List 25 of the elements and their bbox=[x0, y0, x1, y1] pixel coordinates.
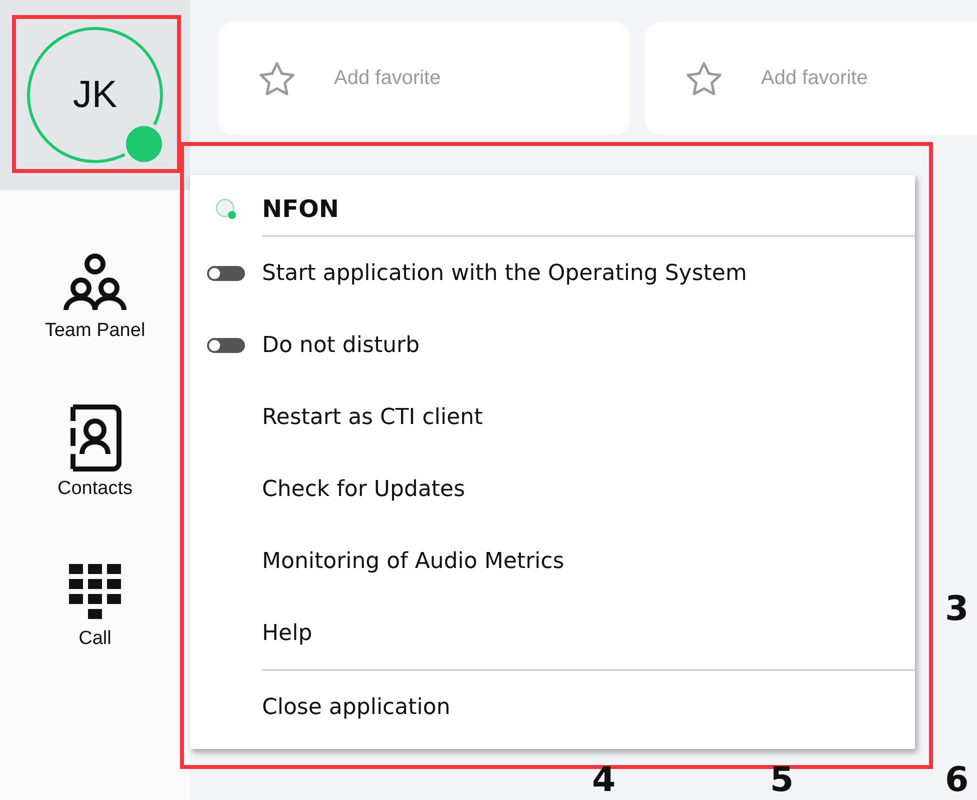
status-ring-icon bbox=[215, 198, 237, 220]
nav-item[interactable]: Contacts bbox=[58, 404, 132, 500]
toggle-switch[interactable] bbox=[207, 266, 245, 280]
callout-number: 6 bbox=[945, 763, 969, 797]
menu-item[interactable]: Monitoring of Audio Metrics bbox=[190, 525, 915, 597]
menu-item[interactable]: Start application with the Operating System bbox=[190, 237, 915, 309]
nav-item[interactable]: Call bbox=[67, 562, 123, 650]
menu-item[interactable]: Do not disturb bbox=[190, 309, 915, 381]
toggle-switch[interactable] bbox=[207, 338, 245, 352]
avatar[interactable]: JK bbox=[27, 27, 163, 163]
callout-number: 5 bbox=[770, 763, 794, 797]
add-favorite-label: Add favorite bbox=[761, 67, 868, 90]
callout-number: 3 bbox=[945, 592, 969, 626]
menu-item[interactable]: Close application bbox=[190, 671, 915, 743]
avatar-initials: JK bbox=[72, 74, 118, 116]
menu-item[interactable]: Check for Updates bbox=[190, 453, 915, 525]
menu-title: NFON bbox=[262, 195, 339, 223]
add-favorite-label: Add favorite bbox=[334, 67, 441, 90]
callout-number: 4 bbox=[592, 763, 616, 797]
nav-item[interactable]: Team Panel bbox=[44, 252, 146, 342]
dialpad-icon bbox=[67, 562, 123, 622]
star-icon bbox=[685, 60, 723, 96]
menu-item[interactable]: Restart as CTI client bbox=[190, 381, 915, 453]
menu-item[interactable]: Help bbox=[190, 597, 915, 669]
star-icon bbox=[258, 60, 296, 96]
